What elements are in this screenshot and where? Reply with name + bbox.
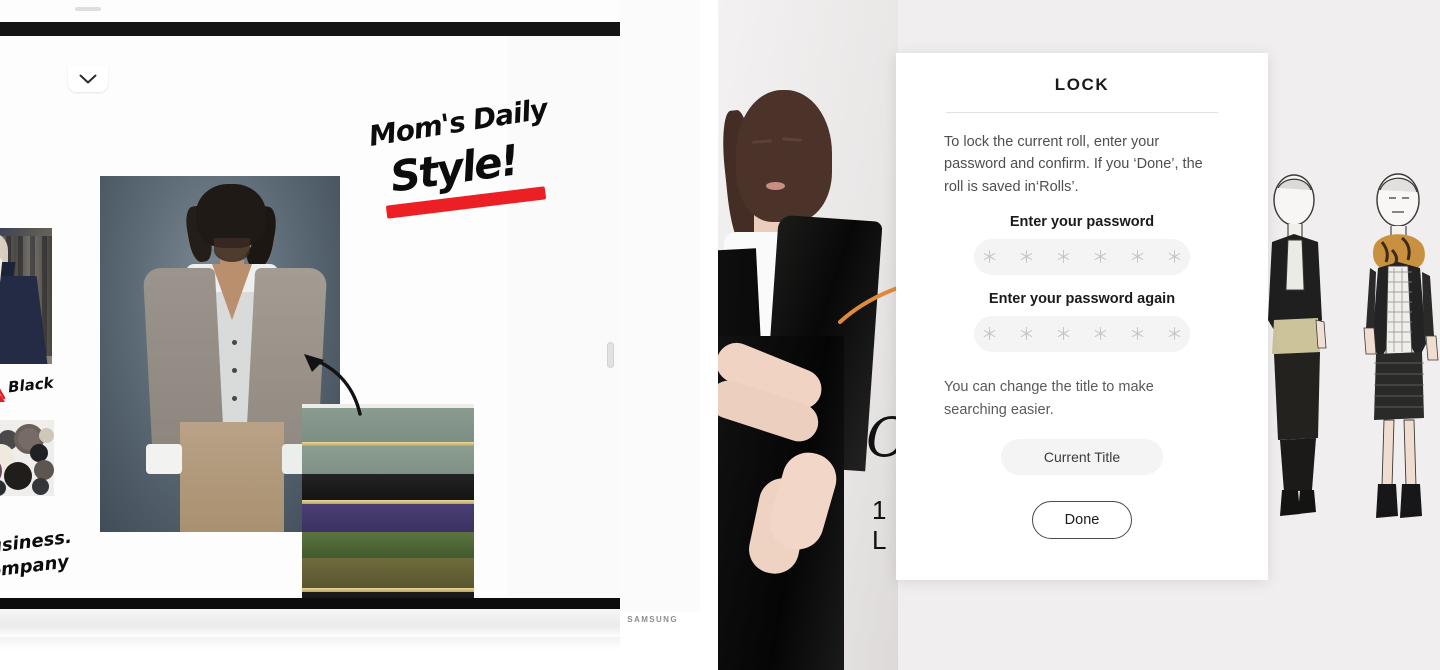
device-shadow (0, 637, 620, 651)
done-button[interactable]: Done (1032, 501, 1132, 540)
whiteboard-page[interactable]: a (0, 36, 614, 598)
password-dot: ＊ (1166, 247, 1183, 267)
dialog-note: You can change the title to make searchi… (944, 379, 1154, 418)
password-dot: ＊ (1129, 247, 1146, 267)
ink-start-business-line2: your company (0, 551, 71, 589)
samsung-flip-panel: a (0, 0, 700, 670)
password-input[interactable]: ＊ ＊ ＊ ＊ ＊ ＊ (974, 239, 1190, 276)
password-label: Enter your password (1009, 214, 1155, 231)
fashion-sketch-right (1363, 173, 1439, 518)
dialog-divider (946, 112, 1218, 113)
device-stand (0, 609, 620, 637)
password-dot: ＊ (1055, 247, 1072, 267)
password-dot: ＊ (1092, 247, 1109, 267)
password-dot: ＊ (1018, 324, 1035, 344)
device-top-bezel (0, 22, 620, 36)
dialog-title: LOCK (1054, 75, 1110, 94)
board-scrollbar-handle[interactable] (607, 342, 614, 368)
password-dot: ＊ (1018, 247, 1035, 267)
device-top-frame (0, 0, 620, 22)
password-dot: ＊ (1092, 324, 1109, 344)
password-dot: ＊ (1055, 324, 1072, 344)
dialog-description: To lock the current roll, enter your pas… (944, 134, 1203, 195)
device-bottom-bezel (0, 598, 620, 609)
photo-stacked-fabric-rolls[interactable] (302, 404, 474, 598)
lock-dialog: LOCK To lock the current roll, enter you… (896, 53, 1268, 580)
title-input[interactable]: Current Title (1001, 439, 1163, 476)
photo-model-black-leather-jacket (718, 0, 898, 670)
display-device: a (0, 0, 700, 651)
photo-assorted-buttons[interactable] (0, 420, 54, 496)
ink-black-arrow-icon (304, 354, 362, 416)
password-dot: ＊ (1166, 324, 1183, 344)
device-screen: a (0, 36, 620, 598)
device-speaker-slot (75, 7, 101, 11)
board-collapse-handle[interactable] (68, 66, 108, 92)
whiteboard-canvas[interactable]: a (0, 36, 620, 598)
screenshot-root: a (0, 0, 1440, 670)
chevron-down-icon (79, 74, 97, 83)
ink-red-arrow-icon (0, 388, 6, 402)
samsung-logo: SAMSUNG (627, 615, 678, 624)
password-dot: ＊ (981, 324, 998, 344)
password-dot: ＊ (1129, 324, 1146, 344)
ink-number-text: 1L (872, 495, 887, 555)
password-confirm-label: Enter your password again (988, 291, 1176, 308)
password-dot: ＊ (981, 247, 998, 267)
password-confirm-input[interactable]: ＊ ＊ ＊ ＊ ＊ ＊ (974, 316, 1190, 353)
fashion-sketch-left (1268, 174, 1327, 516)
